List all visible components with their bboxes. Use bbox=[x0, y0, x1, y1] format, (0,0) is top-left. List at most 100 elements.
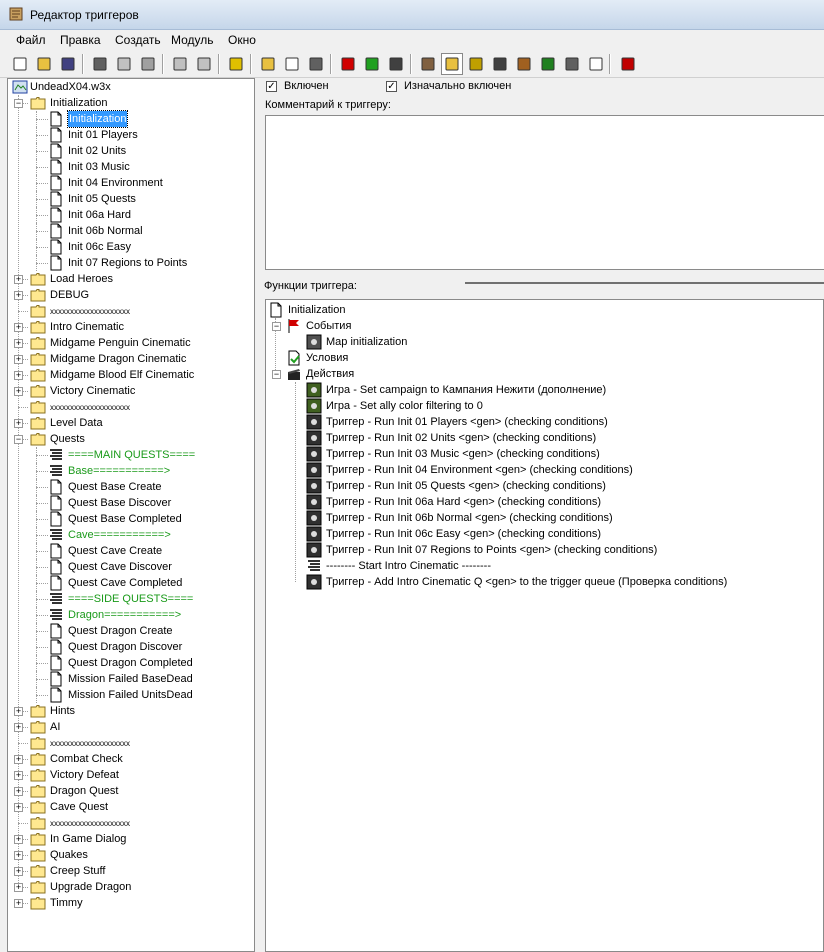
undo-icon[interactable] bbox=[169, 53, 191, 75]
tree-trigger[interactable]: Init 01 Players bbox=[8, 127, 254, 143]
expand-icon[interactable]: + bbox=[14, 883, 23, 892]
collapse-icon[interactable]: − bbox=[14, 99, 23, 108]
initially-on-checkbox[interactable]: ✓ bbox=[386, 81, 397, 92]
tree-comment[interactable]: ====MAIN QUESTS==== bbox=[8, 447, 254, 463]
comment-textarea[interactable] bbox=[265, 115, 824, 270]
object-editor-icon[interactable] bbox=[489, 53, 511, 75]
new-comment-icon[interactable] bbox=[305, 53, 327, 75]
tree-folder[interactable]: + Midgame Blood Elf Cinematic bbox=[8, 367, 254, 383]
new-action-icon[interactable] bbox=[385, 53, 407, 75]
tree-folder[interactable]: + Quakes bbox=[8, 847, 254, 863]
trigger-editor-icon[interactable] bbox=[441, 53, 463, 75]
function-row[interactable]: Initialization bbox=[266, 302, 823, 318]
paste-icon[interactable] bbox=[137, 53, 159, 75]
tree-folder[interactable]: + Level Data bbox=[8, 415, 254, 431]
expand-icon[interactable]: + bbox=[14, 355, 23, 364]
new-category-icon[interactable] bbox=[257, 53, 279, 75]
tree-folder[interactable]: + Combat Check bbox=[8, 751, 254, 767]
tree-trigger[interactable]: Initialization bbox=[8, 110, 254, 128]
function-row[interactable]: Триггер - Run Init 02 Units <gen> (check… bbox=[266, 430, 823, 446]
tree-trigger[interactable]: Mission Failed BaseDead bbox=[8, 671, 254, 687]
test-map-icon[interactable] bbox=[617, 53, 639, 75]
tree-comment[interactable]: ====SIDE QUESTS==== bbox=[8, 591, 254, 607]
menu-item-4[interactable]: Окно bbox=[226, 33, 258, 47]
tree-folder[interactable]: xxxxxxxxxxxxxxxxxxxx bbox=[8, 735, 254, 751]
new-condition-icon[interactable] bbox=[361, 53, 383, 75]
expand-icon[interactable]: + bbox=[14, 323, 23, 332]
expand-icon[interactable]: + bbox=[14, 707, 23, 716]
tree-trigger[interactable]: Quest Dragon Create bbox=[8, 623, 254, 639]
new-event-icon[interactable] bbox=[337, 53, 359, 75]
import-manager-icon[interactable] bbox=[585, 53, 607, 75]
expand-icon[interactable]: + bbox=[14, 387, 23, 396]
tree-folder[interactable]: + Midgame Penguin Cinematic bbox=[8, 335, 254, 351]
tree-folder[interactable]: + Victory Cinematic bbox=[8, 383, 254, 399]
tree-trigger[interactable]: Quest Base Completed bbox=[8, 511, 254, 527]
tree-folder[interactable]: + DEBUG bbox=[8, 287, 254, 303]
tree-trigger[interactable]: Quest Dragon Completed bbox=[8, 655, 254, 671]
tree-trigger[interactable]: Quest Cave Discover bbox=[8, 559, 254, 575]
delete-icon[interactable] bbox=[225, 53, 247, 75]
sound-editor-icon[interactable] bbox=[465, 53, 487, 75]
tree-folder[interactable]: + Timmy bbox=[8, 895, 254, 911]
terrain-editor-icon[interactable] bbox=[417, 53, 439, 75]
save-icon[interactable] bbox=[57, 53, 79, 75]
menu-item-3[interactable]: Модуль bbox=[169, 33, 216, 47]
tree-trigger[interactable]: Init 06a Hard bbox=[8, 207, 254, 223]
tree-folder[interactable]: − Initialization bbox=[8, 95, 254, 111]
function-row[interactable]: Map initialization bbox=[266, 334, 823, 350]
cut-icon[interactable] bbox=[89, 53, 111, 75]
tree-folder[interactable]: xxxxxxxxxxxxxxxxxxxx bbox=[8, 399, 254, 415]
copy-icon[interactable] bbox=[113, 53, 135, 75]
tree-root[interactable]: UndeadX04.w3x bbox=[8, 79, 254, 95]
menu-item-1[interactable]: Правка bbox=[58, 33, 103, 47]
tree-folder[interactable]: + Cave Quest bbox=[8, 799, 254, 815]
expand-icon[interactable]: + bbox=[14, 723, 23, 732]
expand-icon[interactable]: + bbox=[14, 803, 23, 812]
function-row[interactable]: Триггер - Run Init 05 Quests <gen> (chec… bbox=[266, 478, 823, 494]
expand-icon[interactable]: + bbox=[14, 291, 23, 300]
collapse-icon[interactable]: − bbox=[272, 322, 281, 331]
function-row[interactable]: − Действия bbox=[266, 366, 823, 382]
redo-icon[interactable] bbox=[193, 53, 215, 75]
trigger-functions-panel[interactable]: Initialization − События Map initialization… bbox=[265, 299, 824, 952]
function-row[interactable]: − События bbox=[266, 318, 823, 334]
expand-icon[interactable]: + bbox=[14, 771, 23, 780]
expand-icon[interactable]: + bbox=[14, 835, 23, 844]
tree-comment[interactable]: Base===========> bbox=[8, 463, 254, 479]
tree-comment[interactable]: Dragon===========> bbox=[8, 607, 254, 623]
tree-comment[interactable]: Cave===========> bbox=[8, 527, 254, 543]
tree-trigger[interactable]: Quest Base Create bbox=[8, 479, 254, 495]
tree-trigger[interactable]: Init 07 Regions to Points bbox=[8, 255, 254, 271]
function-row[interactable]: Триггер - Run Init 06b Normal <gen> (che… bbox=[266, 510, 823, 526]
tree-folder[interactable]: + Hints bbox=[8, 703, 254, 719]
expand-icon[interactable]: + bbox=[14, 339, 23, 348]
tree-trigger[interactable]: Init 06c Easy bbox=[8, 239, 254, 255]
menu-item-2[interactable]: Создать bbox=[113, 33, 163, 47]
function-row[interactable]: Игра - Set ally color filtering to 0 bbox=[266, 398, 823, 414]
function-row[interactable]: Триггер - Add Intro Cinematic Q <gen> to… bbox=[266, 574, 823, 590]
expand-icon[interactable]: + bbox=[14, 419, 23, 428]
object-manager-icon[interactable] bbox=[561, 53, 583, 75]
splitter[interactable] bbox=[465, 282, 824, 284]
campaign-editor-icon[interactable] bbox=[513, 53, 535, 75]
expand-icon[interactable]: + bbox=[14, 867, 23, 876]
tree-folder[interactable]: + Creep Stuff bbox=[8, 863, 254, 879]
function-row[interactable]: Триггер - Run Init 01 Players <gen> (che… bbox=[266, 414, 823, 430]
tree-folder[interactable]: + AI bbox=[8, 719, 254, 735]
function-row[interactable]: Триггер - Run Init 06c Easy <gen> (check… bbox=[266, 526, 823, 542]
tree-folder[interactable]: + Victory Defeat bbox=[8, 767, 254, 783]
tree-trigger[interactable]: Init 02 Units bbox=[8, 143, 254, 159]
menu-item-0[interactable]: Файл bbox=[14, 33, 48, 47]
tree-trigger[interactable]: Init 05 Quests bbox=[8, 191, 254, 207]
new-icon[interactable] bbox=[9, 53, 31, 75]
expand-icon[interactable]: + bbox=[14, 755, 23, 764]
tree-trigger[interactable]: Init 06b Normal bbox=[8, 223, 254, 239]
ai-editor-icon[interactable] bbox=[537, 53, 559, 75]
tree-folder[interactable]: + Intro Cinematic bbox=[8, 319, 254, 335]
tree-trigger[interactable]: Quest Base Discover bbox=[8, 495, 254, 511]
expand-icon[interactable]: + bbox=[14, 371, 23, 380]
function-row[interactable]: Игра - Set campaign to Кампания Нежити (… bbox=[266, 382, 823, 398]
collapse-icon[interactable]: − bbox=[272, 370, 281, 379]
expand-icon[interactable]: + bbox=[14, 899, 23, 908]
